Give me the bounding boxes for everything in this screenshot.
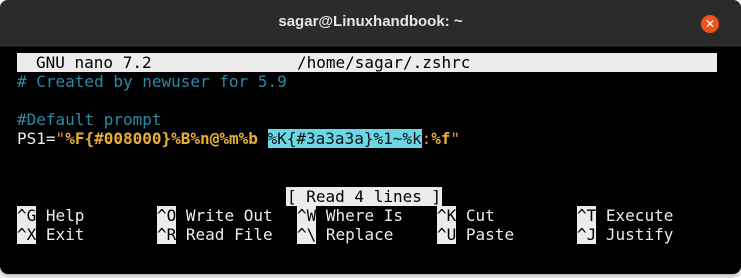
ps1-seg-e-selected: %K{#3a3a3a}	[267, 129, 374, 148]
shortcut-key: ^G	[17, 206, 37, 225]
ps1-seg-h: :	[421, 129, 432, 148]
shortcut-key: ^U	[437, 225, 457, 244]
shortcut-label: Exit	[45, 225, 85, 244]
ps1-seg-f-selected: %1~	[373, 129, 403, 148]
ps1-seg-d: %b	[238, 129, 268, 148]
editor-line-1[interactable]: # Created by newuser for 5.9	[17, 72, 287, 91]
shortcut-paste[interactable]: ^U Paste	[437, 225, 514, 244]
shortcut-key: ^W	[297, 206, 317, 225]
window-title: sagar@Linuxhandbook: ~	[278, 13, 463, 30]
ps1-variable: PS1	[17, 129, 46, 148]
shortcut-label: Paste	[465, 225, 515, 244]
status-message: [ Read 4 lines ]	[286, 187, 443, 206]
shortcut-label: Write Out	[185, 206, 273, 225]
shortcut-key: ^J	[577, 225, 597, 244]
shortcut-replace[interactable]: ^\ Replace	[297, 225, 393, 244]
shortcut-help[interactable]: ^G Help	[17, 206, 84, 225]
shortcut-where-is[interactable]: ^W Where Is	[297, 206, 403, 225]
shortcut-execute[interactable]: ^T Execute	[577, 206, 673, 225]
ps1-seg-c: %n@%m	[190, 129, 239, 148]
shortcut-key: ^X	[17, 225, 37, 244]
ps1-seg-b: %B	[171, 129, 191, 148]
terminal-window: sagar@Linuxhandbook: ~ ✕ GNU nano 7.2 /h…	[0, 0, 741, 274]
ps1-quote-close: "	[450, 129, 461, 148]
shortcut-label: Where Is	[325, 206, 403, 225]
shortcut-label: Help	[45, 206, 85, 225]
ps1-equals: =	[45, 129, 56, 148]
title-bar[interactable]: sagar@Linuxhandbook: ~ ✕	[0, 0, 741, 47]
shortcut-key: ^\	[297, 225, 317, 244]
shortcut-label: Cut	[465, 206, 495, 225]
editor-line-4[interactable]: PS1="%F{#008000}%B%n@%m%b %K{#3a3a3a}%1~…	[17, 129, 460, 148]
shortcut-label: Execute	[605, 206, 674, 225]
shortcut-label: Justify	[605, 225, 674, 244]
ps1-quote-open: "	[55, 129, 66, 148]
close-icon: ✕	[704, 17, 716, 31]
ps1-seg-g-selected: %k	[402, 129, 422, 148]
ps1-seg-i: %f	[431, 129, 451, 148]
close-button[interactable]: ✕	[701, 15, 719, 33]
shortcut-write-out[interactable]: ^O Write Out	[157, 206, 273, 225]
terminal-area[interactable]: GNU nano 7.2 /home/sagar/.zshrc # Create…	[0, 46, 741, 274]
shortcut-key: ^R	[157, 225, 177, 244]
nano-header: GNU nano 7.2 /home/sagar/.zshrc	[17, 53, 717, 72]
shortcut-key: ^O	[157, 206, 177, 225]
shortcut-label: Read File	[185, 225, 273, 244]
ps1-seg-a: %F{#008000}	[65, 129, 172, 148]
shortcut-cut[interactable]: ^K Cut	[437, 206, 495, 225]
shortcut-read-file[interactable]: ^R Read File	[157, 225, 273, 244]
shortcut-key: ^T	[577, 206, 597, 225]
shortcut-label: Replace	[325, 225, 394, 244]
nano-filename: /home/sagar/.zshrc	[297, 53, 471, 72]
shortcut-key: ^K	[437, 206, 457, 225]
shortcut-exit[interactable]: ^X Exit	[17, 225, 84, 244]
nano-version: GNU nano 7.2	[36, 53, 152, 72]
shortcut-justify[interactable]: ^J Justify	[577, 225, 673, 244]
editor-line-3[interactable]: #Default prompt	[17, 110, 162, 129]
